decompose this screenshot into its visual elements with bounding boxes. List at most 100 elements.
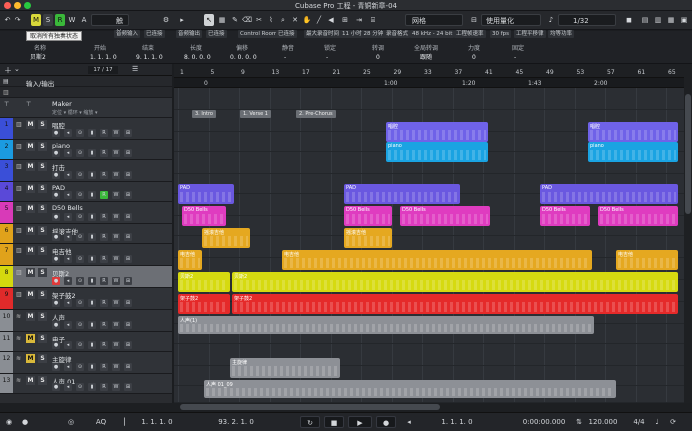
part[interactable]: 电吉他 — [178, 250, 202, 270]
info-value-start[interactable]: 1. 1. 1. 0 — [90, 53, 117, 63]
erase-tool-icon[interactable]: ⌫ — [242, 14, 252, 26]
quantize-apply-icon[interactable]: ♪ — [546, 14, 556, 26]
mute-button[interactable]: M — [26, 162, 35, 171]
monitor-button[interactable]: ◂ — [64, 233, 72, 241]
solo-all-button[interactable]: S — [43, 14, 53, 26]
part[interactable]: D50 Bells — [400, 206, 490, 226]
part[interactable]: 人声 01_09 — [204, 380, 616, 398]
split-tool-icon[interactable]: ✂ — [254, 14, 264, 26]
read-automation-button[interactable]: R — [100, 299, 108, 307]
track-row[interactable]: 3 ▥ M S 打击 ● ◂ ⊙ ▮ R W ⊞ — [0, 160, 172, 182]
freeze-button[interactable]: ▮ — [88, 255, 96, 263]
part[interactable]: D50 Bells — [344, 206, 392, 226]
freeze-button[interactable]: ▮ — [88, 233, 96, 241]
part[interactable]: D50 Bells — [598, 206, 678, 226]
part[interactable]: D50 Bells — [182, 206, 226, 226]
time-format-icon[interactable]: ⇅ — [574, 416, 584, 428]
automation-button[interactable]: A — [79, 14, 89, 26]
undo-icon[interactable]: ↶ — [3, 14, 12, 26]
mute-button[interactable]: M — [26, 246, 35, 255]
hand-tool-icon[interactable]: ✋ — [302, 14, 312, 26]
touch-mode-select[interactable]: 触控 — [91, 14, 129, 37]
part[interactable]: 唱腔 — [588, 122, 678, 142]
info-value-length[interactable]: 8. 0. 0. 0 — [184, 53, 211, 63]
track-row[interactable]: 5 ▥ M S D50 Bells ● ◂ ⊙ ▮ R W ⊞ — [0, 202, 172, 224]
marker[interactable]: 2. Pre-Chorus — [296, 110, 336, 118]
read-automation-button[interactable]: R — [100, 233, 108, 241]
track-settings-icon[interactable]: ⊞ — [124, 383, 132, 391]
write-automation-button[interactable]: W — [112, 321, 120, 329]
track-settings-icon[interactable]: ⊞ — [124, 213, 132, 221]
solo-button[interactable]: S — [38, 120, 47, 129]
part[interactable]: piano — [588, 142, 678, 162]
write-automation-button[interactable]: W — [112, 233, 120, 241]
pointer-icon[interactable]: ⇥ — [354, 14, 364, 26]
edit-button[interactable]: ⊙ — [76, 171, 84, 179]
solo-button[interactable]: S — [38, 246, 47, 255]
position-display[interactable]: 1. 1. 1. 0 — [432, 416, 482, 428]
monitor-button[interactable]: ◂ — [64, 299, 72, 307]
read-all-button[interactable]: R — [55, 14, 65, 26]
track-settings-icon[interactable]: ⊞ — [124, 321, 132, 329]
marker-options[interactable]: 定位 ▾ 循环 ▾ 缩放 ▾ — [52, 109, 97, 116]
monitor-button[interactable]: ◂ — [64, 149, 72, 157]
mute-button[interactable]: M — [26, 142, 35, 151]
track-row[interactable]: 2 ▥ M Spiano ● ◂ ⊙ ▮ R W ⊞ — [0, 140, 172, 160]
write-automation-button[interactable]: W — [112, 255, 120, 263]
speaker-tool-icon[interactable]: ◀ — [326, 14, 336, 26]
object-select-tool-icon[interactable]: ↖ — [204, 14, 214, 26]
read-automation-button[interactable]: R — [100, 363, 108, 371]
part[interactable]: 摇滚吉他 — [202, 228, 250, 248]
cycle-button[interactable]: ↻ — [300, 416, 320, 428]
part[interactable]: 贝斯2 — [178, 272, 230, 292]
snap-toggle-icon[interactable]: ⌸ — [368, 14, 378, 26]
layout-bottom-icon[interactable]: ▦ — [666, 14, 676, 26]
freeze-button[interactable]: ▮ — [88, 213, 96, 221]
zoom-tool-icon[interactable]: ⌕ — [278, 14, 288, 26]
record-enable-button[interactable]: ● — [52, 383, 60, 391]
solo-button[interactable]: S — [38, 268, 47, 277]
edit-button[interactable]: ⊙ — [76, 149, 84, 157]
mute-all-button[interactable]: M — [31, 14, 41, 26]
mute-button[interactable]: M — [26, 290, 35, 299]
read-automation-button[interactable]: R — [100, 383, 108, 391]
layout-right-icon[interactable]: ▥ — [653, 14, 663, 26]
info-value-name[interactable]: 贝斯2 — [30, 53, 46, 63]
edit-button[interactable]: ⊙ — [76, 363, 84, 371]
info-value-offset[interactable]: 0. 0. 0. 0 — [230, 53, 257, 63]
stop-button[interactable]: ■ — [324, 416, 344, 428]
freeze-button[interactable]: ▮ — [88, 363, 96, 371]
edit-button[interactable]: ⊙ — [76, 213, 84, 221]
record-enable-button[interactable]: ● — [52, 149, 60, 157]
horizontal-scroll-thumb[interactable] — [180, 404, 440, 410]
mute-button[interactable]: M — [26, 376, 35, 385]
edit-button[interactable]: ⊙ — [76, 277, 84, 285]
record-enable-button[interactable]: ● — [52, 171, 60, 179]
grid-type-select[interactable]: 网格 — [405, 14, 463, 26]
info-value-velocity[interactable]: 0 — [472, 53, 476, 63]
range-tool-icon[interactable]: ▦ — [217, 14, 227, 26]
sync-icon[interactable]: ⟳ — [668, 416, 678, 428]
part[interactable]: 主旋律 — [230, 358, 340, 378]
monitor-button[interactable]: ◂ — [64, 321, 72, 329]
part[interactable]: piano — [386, 142, 488, 162]
write-automation-button[interactable]: W — [112, 213, 120, 221]
record-mode-icon[interactable]: ● — [20, 416, 30, 428]
mute-button[interactable]: M — [26, 184, 35, 193]
marker[interactable]: 3. Intro — [192, 110, 216, 118]
freeze-button[interactable]: ▮ — [88, 299, 96, 307]
part[interactable]: D50 Bells — [540, 206, 590, 226]
track-row[interactable]: 12 ≋ M S 主旋律 ● ◂ ⊙ ▮ R W ⊞ — [0, 352, 172, 374]
edit-button[interactable]: ⊙ — [76, 383, 84, 391]
bar-ruler[interactable]: 1 5 9 13 17 21 25 29 33 37 41 45 49 53 57 61 65 — [174, 64, 684, 78]
mute-button[interactable]: M — [26, 268, 35, 277]
track-settings-icon[interactable]: ⊞ — [124, 191, 132, 199]
time-signature[interactable]: 4/4 — [630, 416, 648, 428]
part[interactable]: 电吉他 — [616, 250, 678, 270]
track-row[interactable]: 13 ≋ M S 人声 01 ● ◂ ⊙ ▮ R W ⊞ — [0, 374, 172, 394]
time-ruler[interactable]: 0 1:00 1:20 1:43 2:00 — [174, 78, 684, 88]
line-tool-icon[interactable]: ╱ — [314, 14, 324, 26]
glue-tool-icon[interactable]: ⌇ — [266, 14, 276, 26]
write-automation-button[interactable]: W — [112, 299, 120, 307]
redo-icon[interactable]: ↷ — [13, 14, 22, 26]
